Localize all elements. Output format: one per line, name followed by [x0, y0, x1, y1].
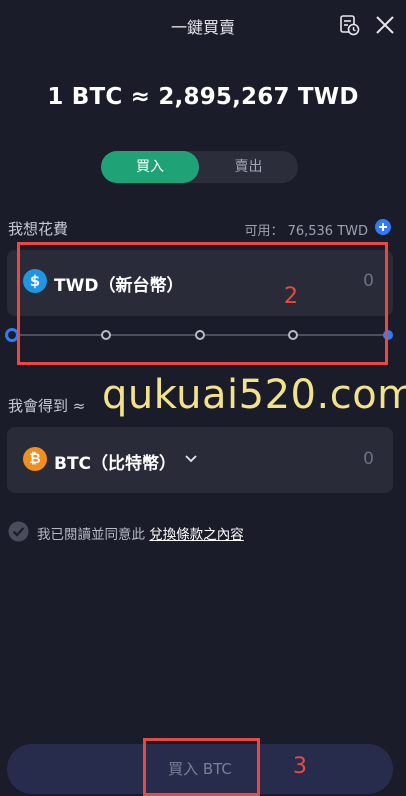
tab-sell[interactable]: 賣出	[199, 151, 298, 183]
check-circle-icon[interactable]	[8, 521, 29, 542]
terms-link[interactable]: 兌換條款之內容	[149, 527, 244, 543]
available-balance: 可用： 76,536 TWD	[244, 224, 368, 239]
close-icon[interactable]	[374, 14, 396, 36]
annotation-number-3: 3	[293, 754, 307, 779]
agreement-text: 我已閱讀並同意此 兌換條款之內容	[37, 523, 244, 543]
annotation-number-2: 2	[284, 284, 298, 309]
annotation-box-3	[143, 738, 260, 796]
receive-amount: 0	[363, 449, 374, 469]
agreement-label: 我已閱讀並同意此	[37, 527, 145, 543]
annotation-box-2	[17, 242, 388, 365]
bitcoin-coin-icon: ₿	[23, 447, 47, 471]
history-icon[interactable]	[338, 14, 360, 36]
receive-currency-select[interactable]: BTC（比特幣）	[54, 449, 176, 474]
plus-circle-icon[interactable]	[375, 219, 391, 235]
spend-label: 我想花費	[8, 220, 69, 238]
chevron-down-icon[interactable]	[184, 452, 198, 466]
watermark: qukuai520.com	[102, 372, 406, 418]
receive-label: 我會得到 ≈	[8, 397, 86, 415]
tab-buy[interactable]: 買入	[101, 151, 199, 183]
exchange-rate: 1 BTC ≈ 2,895,267 TWD	[47, 84, 359, 110]
